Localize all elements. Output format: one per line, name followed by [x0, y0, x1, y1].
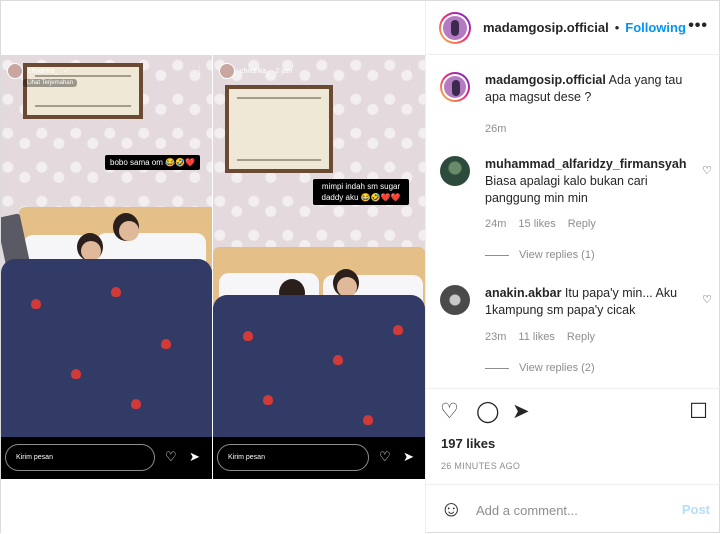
story-reply-bar: Kirim pesan ♡ ➤ [213, 437, 425, 479]
divider-line [485, 367, 509, 369]
heart-icon[interactable]: ♡ [379, 450, 391, 464]
view-replies[interactable]: View replies (2) [485, 362, 595, 374]
post-comment-button[interactable]: Post [682, 502, 710, 517]
view-replies[interactable]: View replies (1) [485, 249, 595, 261]
comment-icon[interactable]: ◯ [476, 401, 500, 423]
comment-time[interactable]: 23m [485, 331, 506, 343]
comment-input[interactable] [476, 500, 666, 520]
comment-meta: 23m 11 likes Reply [485, 331, 595, 343]
commenter-avatar[interactable] [440, 156, 470, 186]
more-icon[interactable]: ⋮ [405, 65, 414, 76]
comment-username[interactable]: anakin.akbar [485, 286, 561, 300]
view-replies-label[interactable]: View replies (2) [519, 362, 595, 374]
comment-username[interactable]: muhammad_alfaridzy_firmansyah [485, 157, 686, 171]
comment-text: Biasa apalagi kalo bukan cari panggung m… [485, 174, 648, 205]
story-header: chndrika_ ✓ ⋮ [7, 63, 204, 79]
send-icon[interactable]: ➤ [403, 450, 414, 464]
save-icon[interactable]: ☐ [689, 401, 708, 423]
person-face [81, 241, 101, 261]
comment-likes[interactable]: 11 likes [518, 331, 554, 343]
story-username[interactable]: chndrika_ [240, 68, 270, 75]
reply-button[interactable]: Reply [567, 331, 595, 343]
post-media[interactable]: chndrika_ ✓ ⋮ Lihat Terjemahan bobo sama… [1, 1, 425, 534]
like-count[interactable]: 197 likes [441, 436, 495, 451]
story-avatar[interactable] [219, 63, 235, 79]
caption-username[interactable]: madamgosip.official [485, 73, 606, 87]
send-icon[interactable]: ➤ [189, 450, 200, 464]
wall-frame [225, 85, 333, 173]
add-comment-bar: ☺ Post [426, 484, 720, 534]
more-options-icon[interactable]: ••• [688, 17, 708, 35]
story-screenshot-right: chndrika_ 2 jam ⋮ mimpi indah sm sugar d… [213, 55, 425, 479]
caption-time[interactable]: 26m [485, 123, 506, 135]
share-icon[interactable]: ➤ [512, 401, 530, 423]
like-comment-icon[interactable]: ♡ [702, 293, 712, 306]
story-reply-bar: Kirim pesan ♡ ➤ [1, 437, 212, 479]
post-header: madamgosip.official • Following ••• [426, 1, 720, 55]
following-button[interactable]: Following [625, 20, 686, 35]
heart-icon[interactable]: ♡ [165, 450, 177, 464]
verified-icon: ✓ [63, 68, 70, 75]
story-time: 2 jam [275, 67, 293, 75]
see-translation[interactable]: Lihat Terjemahan [23, 79, 77, 87]
story-text-sticker: mimpi indah sm sugar daddy aku 😂🤣❤️❤️ [313, 179, 409, 205]
like-icon[interactable]: ♡ [440, 401, 459, 423]
header-username[interactable]: madamgosip.official [483, 20, 609, 35]
blanket [1, 259, 212, 439]
comment-body: muhammad_alfaridzy_firmansyah Biasa apal… [485, 156, 695, 207]
like-comment-icon[interactable]: ♡ [702, 164, 712, 177]
caption: madamgosip.official Ada yang tau apa mag… [440, 72, 712, 152]
story-reply-input[interactable]: Kirim pesan [217, 444, 369, 471]
blanket [213, 295, 425, 445]
view-replies-label[interactable]: View replies (1) [519, 249, 595, 261]
post-timestamp[interactable]: 26 MINUTES AGO [441, 461, 520, 471]
divider-line [485, 254, 509, 256]
person-face [337, 277, 357, 297]
story-screenshot-left: chndrika_ ✓ ⋮ Lihat Terjemahan bobo sama… [1, 55, 212, 479]
instagram-post: chndrika_ ✓ ⋮ Lihat Terjemahan bobo sama… [0, 0, 720, 534]
story-text-sticker: bobo sama om 😂🤣❤️ [105, 155, 201, 170]
comments-list[interactable]: madamgosip.official Ada yang tau apa mag… [426, 56, 720, 388]
reply-button[interactable]: Reply [568, 218, 596, 230]
comment-likes[interactable]: 15 likes [518, 218, 555, 230]
post-sidebar: madamgosip.official • Following ••• mada… [425, 1, 720, 534]
header-separator: • [614, 20, 620, 35]
story-username[interactable]: chndrika_ [28, 68, 58, 75]
comment-time[interactable]: 24m [485, 218, 506, 230]
story-reply-input[interactable]: Kirim pesan [5, 444, 155, 471]
story-avatar[interactable] [7, 63, 23, 79]
commenter-avatar[interactable] [440, 285, 470, 315]
story-header: chndrika_ 2 jam ⋮ [219, 63, 414, 79]
caption-meta: 26m [485, 123, 506, 135]
profile-avatar[interactable] [439, 11, 471, 44]
caption-body: madamgosip.official Ada yang tau apa mag… [485, 72, 695, 106]
comment-meta: 24m 15 likes Reply [485, 218, 596, 230]
comment-body: anakin.akbar Itu papa'y min... Aku 1kamp… [485, 285, 695, 319]
emoji-icon[interactable]: ☺ [440, 498, 462, 520]
person-face [119, 221, 139, 241]
caption-avatar[interactable] [440, 72, 470, 102]
more-icon[interactable]: ⋮ [195, 65, 204, 76]
post-actions: ♡ ◯ ➤ ☐ [426, 388, 720, 434]
